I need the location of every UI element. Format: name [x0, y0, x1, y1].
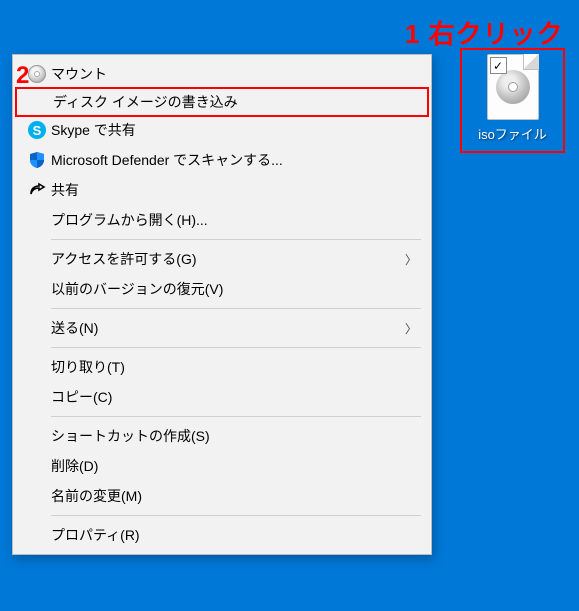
menu-item-burn-disc-image[interactable]: ディスク イメージの書き込み — [15, 87, 429, 117]
menu-separator — [51, 347, 421, 348]
menu-item-restore-versions[interactable]: 以前のバージョンの復元(V) — [15, 274, 429, 304]
menu-item-label: コピー(C) — [51, 387, 417, 407]
page-fold-icon — [523, 54, 539, 70]
menu-item-copy[interactable]: コピー(C) — [15, 382, 429, 412]
chevron-right-icon: 〉 — [401, 320, 417, 337]
annotation-step-2: 2 — [16, 62, 29, 90]
menu-item-rename[interactable]: 名前の変更(M) — [15, 481, 429, 511]
context-menu: マウント ディスク イメージの書き込み S Skype で共有 Microsof… — [12, 54, 432, 555]
shield-icon — [23, 151, 51, 169]
annotation-right-click: 1 右クリック — [405, 14, 564, 51]
menu-item-mount[interactable]: マウント — [15, 59, 429, 89]
share-icon — [23, 181, 51, 199]
menu-item-label: 以前のバージョンの復元(V) — [51, 279, 417, 299]
file-icon: ✓ — [487, 54, 539, 120]
menu-item-open-with[interactable]: プログラムから開く(H)... — [15, 205, 429, 235]
menu-item-send-to[interactable]: 送る(N) 〉 — [15, 313, 429, 343]
menu-separator — [51, 239, 421, 240]
menu-item-label: 共有 — [51, 180, 417, 200]
menu-item-label: ディスク イメージの書き込み — [53, 92, 415, 112]
menu-item-label: 切り取り(T) — [51, 357, 417, 377]
menu-separator — [51, 416, 421, 417]
desktop-file-label: isoファイル — [478, 124, 547, 143]
menu-item-properties[interactable]: プロパティ(R) — [15, 520, 429, 550]
skype-icon: S — [23, 121, 51, 139]
menu-item-label: アクセスを許可する(G) — [51, 249, 401, 269]
menu-separator — [51, 308, 421, 309]
menu-item-create-shortcut[interactable]: ショートカットの作成(S) — [15, 421, 429, 451]
menu-item-label: プログラムから開く(H)... — [51, 210, 417, 230]
menu-item-skype-share[interactable]: S Skype で共有 — [15, 115, 429, 145]
menu-item-label: Skype で共有 — [51, 120, 417, 140]
menu-separator — [51, 515, 421, 516]
menu-item-label: 削除(D) — [51, 456, 417, 476]
menu-item-delete[interactable]: 削除(D) — [15, 451, 429, 481]
chevron-right-icon: 〉 — [401, 251, 417, 268]
menu-item-label: マウント — [51, 64, 417, 84]
menu-item-label: プロパティ(R) — [51, 525, 417, 545]
menu-item-give-access[interactable]: アクセスを許可する(G) 〉 — [15, 244, 429, 274]
disc-icon — [496, 70, 530, 104]
menu-item-label: 名前の変更(M) — [51, 486, 417, 506]
menu-item-label: ショートカットの作成(S) — [51, 426, 417, 446]
menu-item-defender-scan[interactable]: Microsoft Defender でスキャンする... — [15, 145, 429, 175]
menu-item-cut[interactable]: 切り取り(T) — [15, 352, 429, 382]
menu-item-label: 送る(N) — [51, 318, 401, 338]
menu-item-share[interactable]: 共有 — [15, 175, 429, 205]
selection-checkbox[interactable]: ✓ — [490, 57, 507, 74]
desktop-file-iso[interactable]: ✓ isoファイル — [460, 48, 565, 153]
menu-item-label: Microsoft Defender でスキャンする... — [51, 150, 417, 170]
